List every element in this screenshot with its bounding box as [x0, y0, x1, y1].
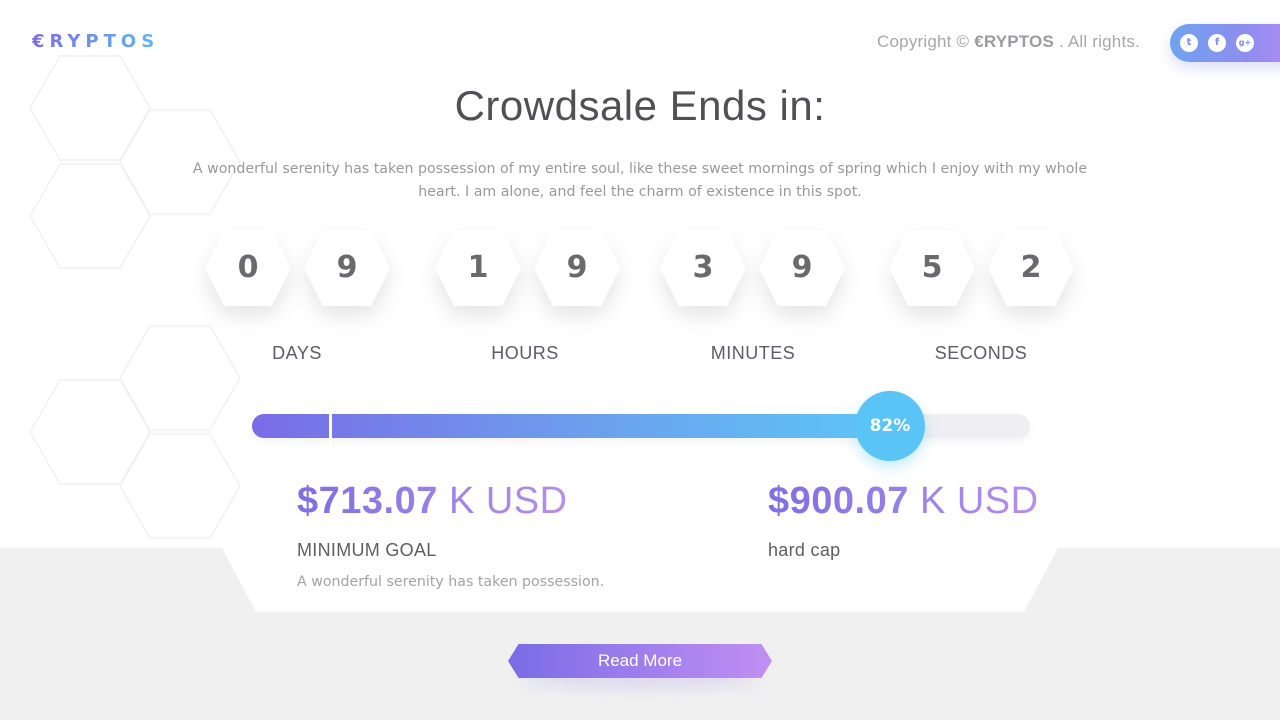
minimum-goal-description: A wonderful serenity has taken possessio…: [297, 574, 605, 590]
twitter-icon[interactable]: t: [1180, 34, 1198, 52]
hardcap-amount-unit: K USD: [919, 480, 1039, 522]
days-digit-2: 9: [304, 230, 390, 306]
hardcap-amount-value: $900.07: [768, 480, 909, 522]
hours-label: HOURS: [491, 343, 559, 363]
hours-digit-1: 1: [435, 230, 521, 306]
seconds-digit-1: 5: [889, 230, 975, 306]
minimum-amount-unit: K USD: [448, 480, 568, 522]
copyright-suffix: . All rights.: [1058, 32, 1140, 51]
days-digit-1: 0: [205, 230, 291, 306]
facebook-icon[interactable]: f: [1208, 34, 1226, 52]
progress-fill: [252, 414, 890, 438]
minutes-digit-2: 9: [759, 230, 845, 306]
copyright-brand: €RYPTOS: [974, 32, 1055, 51]
seconds-label: SECONDS: [934, 343, 1028, 363]
copyright-text: Copyright © €RYPTOS . All rights.: [877, 32, 1140, 52]
hours-digit-2: 9: [534, 230, 620, 306]
minutes-label: MINUTES: [710, 343, 796, 363]
hardcap-amount: $900.07 K USD: [768, 480, 1039, 523]
copyright-prefix: Copyright ©: [877, 32, 970, 51]
minimum-goal-amount: $713.07 K USD: [297, 480, 568, 523]
days-label: DAYS: [272, 343, 322, 363]
read-more-button[interactable]: Read More: [508, 644, 772, 678]
countdown-description: A wonderful serenity has taken possessio…: [192, 161, 1088, 200]
seconds-digit-2: 2: [988, 230, 1074, 306]
minimum-amount-value: $713.07: [297, 480, 438, 522]
hardcap-label: hard cap: [768, 540, 841, 560]
footer-band: [0, 548, 1280, 720]
minutes-digit-1: 3: [660, 230, 746, 306]
brand-logo[interactable]: €RYPTOS: [32, 31, 159, 52]
minimum-goal-label: MINIMUM GOAL: [297, 540, 437, 560]
google-plus-icon[interactable]: g+: [1236, 34, 1254, 52]
page-title: Crowdsale Ends in:: [454, 82, 826, 129]
progress-knob: 82%: [854, 391, 925, 461]
social-bar: t f g+: [1170, 24, 1280, 62]
minimum-goal-marker: [329, 408, 332, 464]
